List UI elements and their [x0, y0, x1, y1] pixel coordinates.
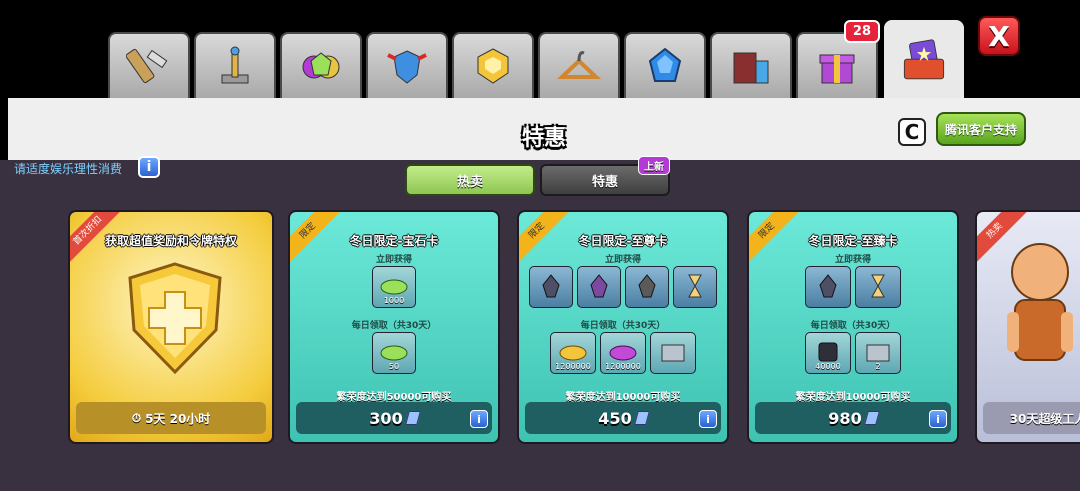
- price-label: 450: [598, 408, 632, 428]
- price-label: 300: [369, 408, 403, 428]
- gem-gold-icon: [296, 41, 346, 91]
- moderation-notice: 请适度娱乐理性消费: [14, 162, 123, 176]
- dark-potion-item: [625, 266, 669, 308]
- zhen-card[interactable]: 限定 冬日限定-至臻卡 立即获得 每日领取（共30天） 40000 2 繁荣度达…: [747, 210, 959, 444]
- builder-card[interactable]: 热卖 30天超级工人: [975, 210, 1080, 444]
- subtab-special[interactable]: 特惠 上新: [540, 156, 670, 196]
- builder-label: 30天超级工人: [1009, 411, 1080, 426]
- close-button[interactable]: X: [978, 16, 1020, 56]
- timer-bar: ⏱ 5天 20小时: [76, 402, 266, 434]
- hourglass-item: [855, 266, 901, 308]
- gem-card[interactable]: 限定 冬日限定-宝石卡 立即获得 1000 每日领取（共30天） 50 繁荣度达…: [288, 210, 500, 444]
- dark-potion-item: [529, 266, 573, 308]
- purchase-condition: 繁荣度达到10000可购买: [795, 392, 911, 403]
- tab-gifts[interactable]: 28: [796, 20, 880, 98]
- dark-potion-item: [805, 266, 851, 308]
- purple-cards-icon: [899, 36, 949, 86]
- info-button[interactable]: i: [699, 410, 717, 428]
- card-title: 冬日限定-宝石卡: [349, 234, 439, 248]
- tab-resources[interactable]: [280, 32, 362, 98]
- info-button[interactable]: i: [470, 410, 488, 428]
- new-badge: 上新: [638, 156, 670, 175]
- hammer-saw-icon: [124, 41, 174, 91]
- clock-icon: ⏱: [131, 410, 142, 425]
- subtab-hot[interactable]: 热卖: [405, 164, 535, 196]
- dark-elixir-item: 40000: [805, 332, 851, 374]
- ticket-icon: [633, 411, 650, 425]
- info-button[interactable]: i: [138, 156, 160, 178]
- gift-count-badge: 28: [843, 20, 880, 43]
- price-button[interactable]: 300: [296, 402, 492, 434]
- card-title: 获取超值奖励和令牌特权: [104, 234, 237, 248]
- customer-support-button[interactable]: 腾讯客户支持: [936, 112, 1026, 146]
- card-title: 冬日限定-至臻卡: [808, 234, 898, 248]
- ticket-icon: [404, 411, 421, 425]
- header: 特惠 C 腾讯客户支持: [8, 98, 1080, 160]
- gem-pile-item: 50: [372, 332, 416, 374]
- info-button[interactable]: i: [929, 410, 947, 428]
- tab-decorations[interactable]: [194, 32, 276, 98]
- daily-label: 每日领取（共30天）: [810, 321, 896, 331]
- blue-gem-icon: [640, 41, 690, 91]
- tab-tools[interactable]: [108, 32, 190, 98]
- builder-character-icon: [1007, 243, 1073, 361]
- shield-wings-icon: [382, 41, 432, 91]
- book-potion-icon: [726, 41, 776, 91]
- gift-icon: [812, 41, 862, 91]
- daily-label: 每日领取（共30天）: [580, 321, 666, 331]
- elixir-item: 1200000: [600, 332, 646, 374]
- subtab-special-label: 特惠: [591, 174, 618, 190]
- tab-books[interactable]: [710, 32, 792, 98]
- tab-skins[interactable]: [538, 32, 620, 98]
- builder-label-bar: 30天超级工人: [983, 402, 1080, 434]
- tab-special[interactable]: [884, 20, 964, 100]
- price-button[interactable]: 980: [755, 402, 951, 434]
- tab-bar: 28 X: [0, 0, 1080, 100]
- instant-label: 立即获得: [834, 255, 871, 265]
- purple-potion-item: [577, 266, 621, 308]
- tab-defense[interactable]: [366, 32, 448, 98]
- hourglass-item: [673, 266, 717, 308]
- statue-icon: [210, 41, 260, 91]
- hanger-icon: [554, 41, 604, 91]
- gold-shield-icon: [128, 262, 222, 375]
- timer-label: 5天 20小时: [145, 411, 211, 426]
- price-button[interactable]: 450: [525, 402, 721, 434]
- chest-item: [650, 332, 696, 374]
- card-title: 冬日限定-至尊卡: [578, 234, 668, 248]
- gold-badge-icon: [468, 41, 518, 91]
- purchase-condition: 繁荣度达到50000可购买: [336, 392, 452, 403]
- gold-pass-card[interactable]: 首次折扣 获取超值奖励和令牌特权 ⏱ 5天 20小时: [68, 210, 274, 444]
- gem-pile-item: 1000: [372, 266, 416, 308]
- instant-label: 立即获得: [375, 255, 412, 265]
- offers-area: 请适度娱乐理性消费 i 热卖 特惠 上新 首次折扣 获取超值奖励和令牌特权 ⏱ …: [0, 156, 1080, 491]
- price-label: 980: [828, 408, 862, 428]
- supreme-card[interactable]: 限定 冬日限定-至尊卡 立即获得 每日领取（共30天） 1200000 1200…: [517, 210, 729, 444]
- tab-magic[interactable]: [624, 32, 706, 98]
- gold-coins-item: 1200000: [550, 332, 596, 374]
- chest-item: 2: [855, 332, 901, 374]
- purchase-condition: 繁荣度达到10000可购买: [565, 392, 681, 403]
- ticket-icon: [863, 411, 880, 425]
- daily-label: 每日领取（共30天）: [351, 321, 437, 331]
- tab-heroes[interactable]: [452, 32, 534, 98]
- c-button[interactable]: C: [898, 118, 926, 146]
- instant-label: 立即获得: [604, 255, 641, 265]
